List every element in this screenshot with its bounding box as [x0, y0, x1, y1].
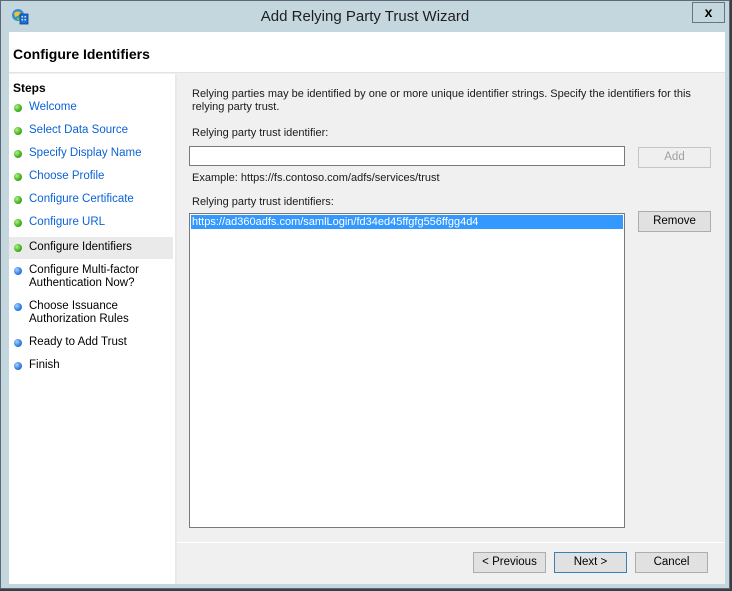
completed-status-icon — [14, 173, 22, 181]
close-button[interactable]: x — [692, 2, 725, 23]
current-status-icon — [14, 244, 22, 252]
example-text: Example: https://fs.contoso.com/adfs/ser… — [192, 172, 440, 184]
step-choose-profile[interactable]: Choose Profile — [9, 170, 173, 186]
step-configure-identifiers: Configure Identifiers — [9, 237, 173, 259]
identifier-input[interactable] — [189, 146, 625, 166]
close-icon: x — [704, 4, 713, 20]
add-button[interactable]: Add — [638, 147, 711, 168]
step-configure-mfa: Configure Multi-factor Authentication No… — [9, 264, 173, 292]
step-ready-to-add-trust: Ready to Add Trust — [9, 336, 173, 352]
step-finish: Finish — [9, 359, 173, 375]
title-bar: Add Relying Party Trust Wizard x — [1, 1, 729, 32]
completed-status-icon — [14, 219, 22, 227]
page-header: Configure Identifiers — [9, 32, 725, 73]
identifier-label: Relying party trust identifier: — [192, 127, 329, 139]
identifier-list-item[interactable]: https://ad360adfs.com/samlLogin/fd34ed45… — [191, 215, 623, 229]
step-label[interactable]: Select Data Source — [29, 124, 128, 137]
step-label: Finish — [29, 359, 60, 371]
description-text: Relying parties may be identified by one… — [192, 88, 691, 113]
completed-status-icon — [14, 150, 22, 158]
step-label[interactable]: Welcome — [29, 101, 77, 114]
step-label[interactable]: Specify Display Name — [29, 147, 141, 160]
completed-status-icon — [14, 127, 22, 135]
pending-status-icon — [14, 362, 22, 370]
step-label: Configure Multi-factor Authentication No… — [29, 264, 139, 289]
page-title: Configure Identifiers — [13, 46, 150, 62]
step-configure-certificate[interactable]: Configure Certificate — [9, 193, 173, 209]
completed-status-icon — [14, 196, 22, 204]
step-specify-display-name[interactable]: Specify Display Name — [9, 147, 173, 163]
previous-button[interactable]: < Previous — [473, 552, 546, 573]
step-label[interactable]: Configure URL — [29, 216, 105, 229]
pending-status-icon — [14, 339, 22, 347]
identifiers-label: Relying party trust identifiers: — [192, 196, 334, 208]
step-label[interactable]: Choose Profile — [29, 170, 104, 183]
step-select-data-source[interactable]: Select Data Source — [9, 124, 173, 140]
pending-status-icon — [14, 267, 22, 275]
steps-panel: Steps Welcome Select Data Source Specify… — [9, 74, 177, 584]
wizard-window: Add Relying Party Trust Wizard x Configu… — [0, 0, 730, 589]
steps-heading: Steps — [13, 81, 46, 95]
window-title: Add Relying Party Trust Wizard — [260, 8, 470, 25]
remove-button[interactable]: Remove — [638, 211, 711, 232]
step-label: Configure Identifiers — [29, 241, 132, 253]
content-panel: Relying parties may be identified by one… — [177, 74, 725, 542]
completed-status-icon — [14, 104, 22, 112]
identifiers-listbox[interactable]: https://ad360adfs.com/samlLogin/fd34ed45… — [189, 213, 625, 528]
wizard-client-area: Configure Identifiers Steps Welcome Sele… — [9, 32, 725, 584]
step-label[interactable]: Configure Certificate — [29, 193, 134, 206]
step-welcome[interactable]: Welcome — [9, 101, 173, 117]
footer-divider — [177, 542, 725, 543]
step-configure-url[interactable]: Configure URL — [9, 216, 173, 232]
step-label: Ready to Add Trust — [29, 336, 127, 348]
step-choose-issuance-rules: Choose Issuance Authorization Rules — [9, 300, 173, 328]
pending-status-icon — [14, 303, 22, 311]
cancel-button[interactable]: Cancel — [635, 552, 708, 573]
next-button[interactable]: Next > — [554, 552, 627, 573]
step-label: Choose Issuance Authorization Rules — [29, 300, 129, 325]
